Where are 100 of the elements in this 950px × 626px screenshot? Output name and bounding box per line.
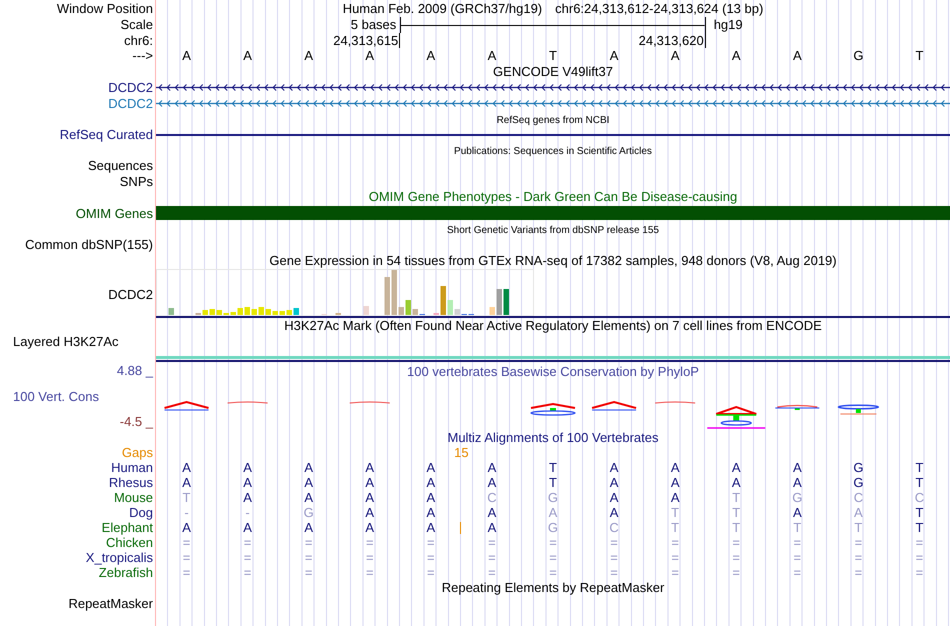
track-label[interactable]: Window Position: [56, 1, 153, 16]
expression-bar: [406, 300, 411, 314]
alignment-base: =: [794, 564, 802, 580]
alignment-base: A: [610, 460, 618, 474]
alignment-base: T: [915, 520, 924, 534]
axis-max-label[interactable]: 4.88 _: [116, 362, 153, 378]
expression-bar: [490, 306, 495, 314]
track-title: H3K27Ac Mark (Often Found Near Active Regulatory Elements) on 7 cell lines from ENCODE: [283, 318, 823, 334]
expression-bar: [398, 306, 404, 314]
alignment-base: =: [794, 534, 802, 550]
track-title: Gene Expression in 54 tissues from GTEx RNA-seq of 17382 samples, 948 donors (V8, Aug 2019): [268, 252, 838, 268]
alignment-base: =: [244, 564, 252, 580]
track-label[interactable]: RefSeq Curated: [60, 127, 153, 142]
track-label[interactable]: DCDC2: [108, 286, 153, 302]
track-label[interactable]: DCDC2: [108, 80, 153, 95]
alignment-base: -: [184, 504, 189, 520]
strand-label[interactable]: --->: [132, 48, 153, 63]
alignment-base: =: [549, 564, 557, 580]
track-label[interactable]: Dog: [129, 504, 153, 520]
conservation-glyph: [592, 400, 637, 410]
alignment-base: =: [549, 550, 557, 564]
conservation-glyph: [164, 400, 210, 410]
alignment-base: =: [671, 564, 679, 580]
expression-bar: [238, 308, 243, 314]
track-label[interactable]: Elephant: [102, 520, 153, 534]
alignment-base: =: [182, 534, 190, 550]
alignment-base: =: [610, 564, 618, 580]
track-label[interactable]: Zebrafish: [98, 564, 153, 580]
expression-bar: [216, 310, 222, 314]
track-title: Repeating Elements by RepeatMasker: [440, 580, 666, 596]
track-label[interactable]: chr6:: [124, 33, 153, 48]
expression-bar: [168, 308, 174, 314]
track-label[interactable]: Layered H3K27Ac: [13, 334, 119, 348]
expression-bar: [440, 286, 446, 314]
reference-base: A: [732, 48, 741, 64]
expression-bar: [244, 306, 250, 314]
alignment-base: A: [365, 520, 374, 534]
reference-base: A: [670, 48, 680, 64]
reference-base: A: [610, 48, 618, 64]
track-label[interactable]: Chicken: [106, 534, 153, 550]
expression-bar: [448, 300, 453, 314]
alignment-base: T: [549, 474, 557, 490]
alignment-base: T: [182, 490, 190, 504]
coordinate-label: 24,313,615: [333, 33, 398, 48]
alignment-base: A: [426, 460, 436, 474]
alignment-base: T: [915, 474, 924, 490]
axis-min-label[interactable]: -4.5 _: [120, 414, 153, 428]
expression-bar: [384, 276, 390, 314]
alignment-base: A: [792, 460, 802, 474]
alignment-base: A: [182, 474, 191, 490]
track-label[interactable]: Common dbSNP(155): [25, 237, 153, 252]
alignment-base: A: [243, 460, 252, 474]
reference-base: G: [853, 48, 864, 64]
alignment-base: A: [792, 504, 802, 520]
alignment-base: =: [916, 564, 924, 580]
alignment-base: =: [427, 550, 435, 564]
reference-base: A: [304, 48, 314, 64]
expression-bar: [364, 306, 369, 314]
alignment-base: =: [732, 564, 740, 580]
expression-bar: [392, 270, 397, 314]
alignment-base: =: [610, 534, 618, 550]
alignment-base: =: [916, 534, 924, 550]
alignment-base: A: [792, 474, 802, 490]
alignment-base: =: [304, 550, 312, 564]
alignment-base: G: [792, 490, 802, 504]
track-label[interactable]: Mouse: [114, 490, 153, 504]
alignment-base: =: [366, 564, 374, 580]
alignment-base: A: [548, 504, 558, 520]
alignment-base: A: [732, 474, 741, 490]
alignment-base: =: [182, 564, 190, 580]
alignment-base: A: [670, 490, 680, 504]
track-label[interactable]: Rhesus: [108, 474, 153, 490]
expression-bar: [504, 288, 509, 314]
expression-bar: [272, 310, 278, 314]
alignment-base: A: [304, 474, 314, 490]
track-label[interactable]: OMIM Genes: [76, 206, 153, 221]
alignment-base: C: [914, 490, 924, 504]
track-label[interactable]: Scale: [120, 17, 153, 32]
alignment-base: A: [243, 474, 252, 490]
track-note: RefSeq genes from NCBI: [496, 114, 610, 128]
expression-bar: [266, 308, 271, 314]
alignment-base: A: [488, 474, 496, 490]
alignment-base: =: [427, 534, 435, 550]
gap-count: 15: [454, 446, 469, 460]
alignment-base: T: [671, 504, 680, 520]
expression-bar: [412, 308, 418, 314]
conservation-glyph: [707, 405, 766, 428]
track-label[interactable]: RepeatMasker: [68, 596, 153, 610]
expression-bar: [258, 306, 264, 314]
alignment-base: C: [487, 490, 497, 504]
position-text: chr6:24,313,612-24,313,624 (13 bp): [555, 0, 764, 17]
track-label[interactable]: X_tropicalis: [86, 550, 153, 564]
alignment-base: G: [853, 474, 864, 490]
track-label[interactable]: Human: [111, 460, 153, 474]
track-label[interactable]: SNPs: [120, 174, 153, 188]
track-label[interactable]: DCDC2: [108, 96, 153, 110]
track-label[interactable]: Sequences: [88, 158, 153, 173]
track-label[interactable]: 100 Vert. Cons: [13, 388, 99, 404]
alignment-base: T: [549, 460, 557, 474]
alignment-base: T: [915, 460, 924, 474]
